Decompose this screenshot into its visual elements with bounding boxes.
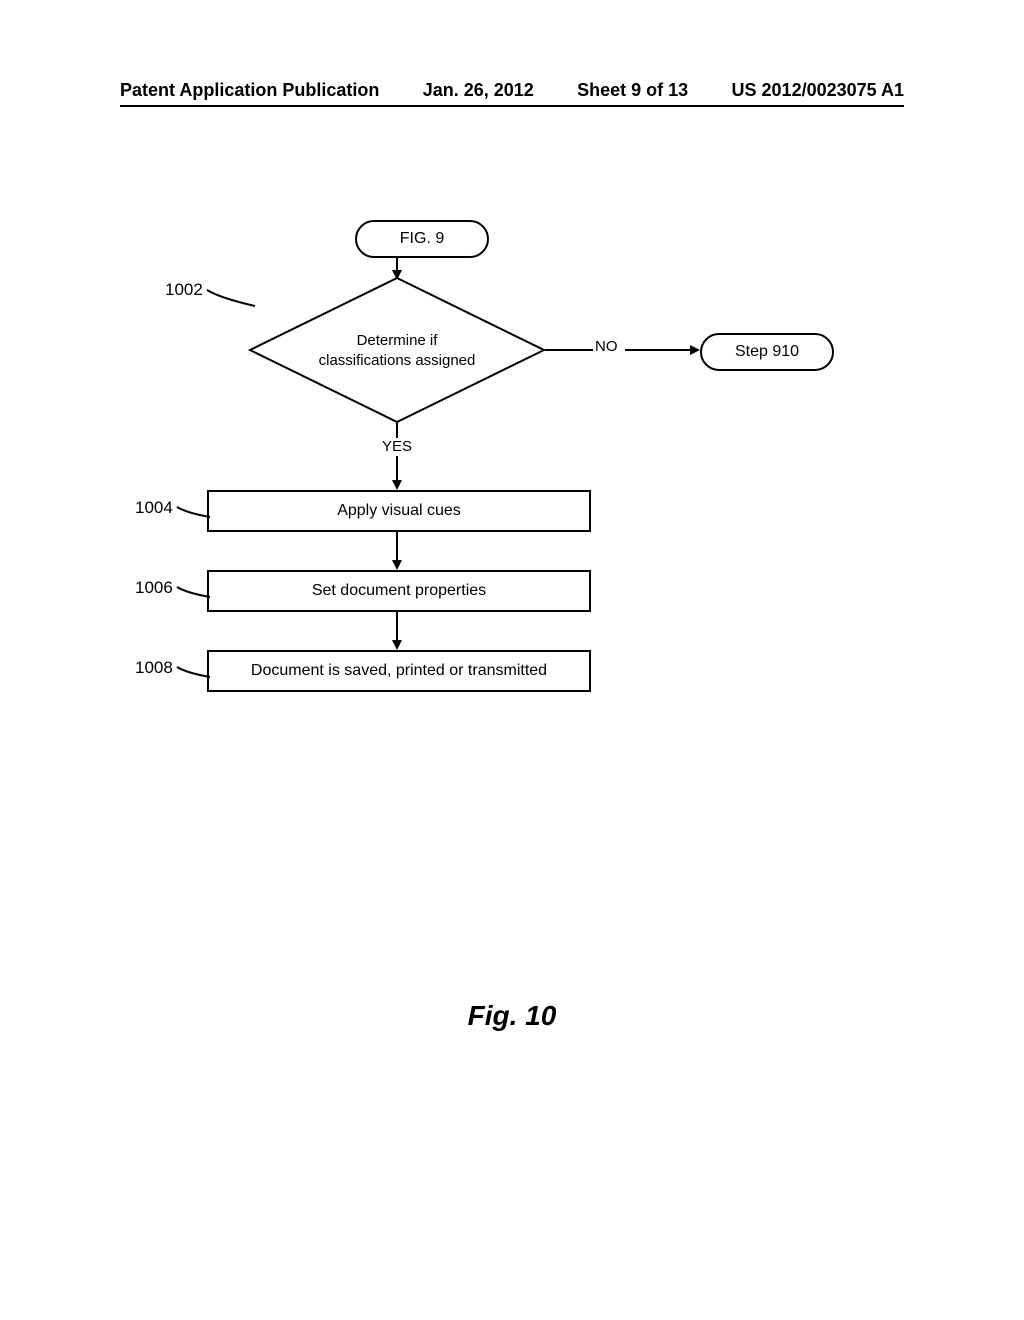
leader-line-icon bbox=[205, 288, 260, 308]
terminator-start-label: FIG. 9 bbox=[400, 230, 444, 247]
process-1008-label: Document is saved, printed or transmitte… bbox=[251, 662, 547, 679]
reference-1006: 1006 bbox=[135, 578, 173, 598]
arrow-head-icon bbox=[690, 345, 700, 355]
no-label: NO bbox=[595, 338, 618, 355]
publication-type: Patent Application Publication bbox=[120, 80, 379, 101]
yes-label: YES bbox=[382, 438, 412, 455]
process-1006-label: Set document properties bbox=[312, 582, 486, 599]
header-divider bbox=[120, 105, 904, 107]
publication-date: Jan. 26, 2012 bbox=[423, 80, 534, 101]
leader-line-icon bbox=[175, 585, 215, 599]
publication-number: US 2012/0023075 A1 bbox=[732, 80, 904, 101]
terminator-step910: Step 910 bbox=[700, 333, 834, 371]
terminator-step910-label: Step 910 bbox=[735, 343, 799, 360]
process-1006: Set document properties bbox=[207, 570, 591, 612]
arrow-head-icon bbox=[392, 640, 402, 650]
arrow-line bbox=[625, 349, 695, 351]
reference-1008: 1008 bbox=[135, 658, 173, 678]
terminator-start: FIG. 9 bbox=[355, 220, 489, 258]
arrow-head-icon bbox=[392, 560, 402, 570]
reference-1004: 1004 bbox=[135, 498, 173, 518]
decision-diamond: Determine if classifications assigned bbox=[247, 275, 547, 425]
page-header: Patent Application Publication Jan. 26, … bbox=[0, 80, 1024, 101]
arrow-line bbox=[545, 349, 593, 351]
arrow-head-icon bbox=[392, 480, 402, 490]
decision-text: Determine if classifications assigned bbox=[247, 331, 547, 370]
leader-line-icon bbox=[175, 505, 215, 519]
process-1004: Apply visual cues bbox=[207, 490, 591, 532]
leader-line-icon bbox=[175, 665, 215, 679]
arrow-line bbox=[396, 423, 398, 438]
figure-caption: Fig. 10 bbox=[0, 1000, 1024, 1032]
process-1008: Document is saved, printed or transmitte… bbox=[207, 650, 591, 692]
process-1004-label: Apply visual cues bbox=[337, 502, 461, 519]
reference-1002: 1002 bbox=[165, 280, 203, 300]
sheet-number: Sheet 9 of 13 bbox=[577, 80, 688, 101]
